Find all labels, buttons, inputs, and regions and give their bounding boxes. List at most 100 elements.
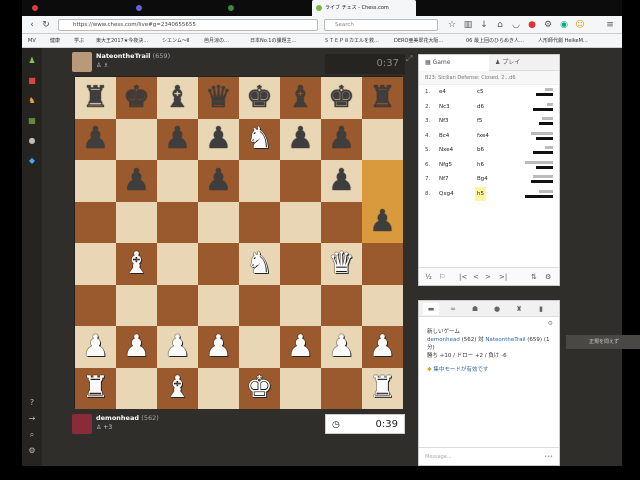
- black-pawn-icon[interactable]: ♟: [82, 124, 109, 154]
- black-pawn-icon[interactable]: ♟: [287, 124, 314, 154]
- white-pawn-icon[interactable]: ♟: [369, 331, 396, 362]
- player-name[interactable]: NateontheTrail (659): [96, 52, 170, 60]
- black-king-icon[interactable]: ♚: [123, 82, 150, 113]
- board-square[interactable]: [157, 160, 198, 202]
- play-icon[interactable]: ■: [27, 76, 37, 86]
- bookmark-item[interactable]: 健康: [50, 34, 60, 48]
- messages-icon[interactable]: ●: [489, 303, 505, 315]
- chat-player1[interactable]: demonhead: [427, 337, 460, 343]
- chat-player2[interactable]: NateontheTrail: [485, 337, 525, 343]
- board-square[interactable]: ♚: [239, 77, 280, 119]
- board-square[interactable]: ♟: [198, 160, 239, 202]
- white-pawn-icon[interactable]: ♟: [82, 331, 109, 362]
- black-move[interactable]: h5: [475, 186, 486, 201]
- search-input[interactable]: Search: [324, 19, 438, 31]
- white-queen-icon[interactable]: ♛: [328, 248, 355, 279]
- chat-tab-icon[interactable]: ▬: [423, 303, 439, 315]
- board-square[interactable]: [362, 284, 403, 326]
- board-square[interactable]: ♞: [239, 243, 280, 285]
- board-square[interactable]: ♛: [321, 243, 362, 285]
- url-bar[interactable]: https://www.chess.com/live#g=2340655655: [58, 19, 318, 31]
- white-move[interactable]: e4: [439, 85, 446, 100]
- help-icon[interactable]: ?: [27, 398, 37, 408]
- board-square[interactable]: [198, 284, 239, 326]
- board-square[interactable]: [321, 201, 362, 243]
- board-square[interactable]: [362, 160, 403, 202]
- puzzle-icon[interactable]: ♞: [27, 96, 37, 106]
- reload-icon[interactable]: ↻: [40, 19, 52, 31]
- white-knight-icon[interactable]: ♞: [246, 248, 273, 279]
- black-pawn-icon[interactable]: ♟: [328, 124, 355, 154]
- board-square[interactable]: ♟: [157, 118, 198, 160]
- board-square[interactable]: [116, 118, 157, 160]
- board-square[interactable]: [239, 160, 280, 202]
- black-move[interactable]: Bg4: [475, 172, 490, 187]
- flip-board-button[interactable]: ⇅: [531, 271, 537, 283]
- stats-icon[interactable]: ▮: [533, 303, 549, 315]
- chesscom-logo-icon[interactable]: ♟: [27, 56, 37, 66]
- board-square[interactable]: [280, 243, 321, 285]
- black-king-icon[interactable]: ♚: [328, 82, 355, 113]
- white-move[interactable]: Nfg5: [439, 158, 452, 173]
- white-move[interactable]: Nf3: [439, 114, 449, 129]
- black-pawn-icon[interactable]: ♟: [205, 124, 232, 154]
- board-square[interactable]: ♟: [321, 326, 362, 368]
- black-pawn-icon[interactable]: ♟: [369, 207, 396, 237]
- board-square[interactable]: ♟: [75, 326, 116, 368]
- board-square[interactable]: ♝: [116, 243, 157, 285]
- board-square[interactable]: ♚: [321, 77, 362, 119]
- board-square[interactable]: [239, 284, 280, 326]
- white-king-icon[interactable]: ♚: [246, 373, 273, 403]
- board-square[interactable]: ♟: [157, 326, 198, 368]
- resign-button[interactable]: 正規を問えず: [566, 335, 640, 349]
- white-rook-icon[interactable]: ♜: [82, 373, 109, 403]
- board-square[interactable]: ♜: [75, 367, 116, 409]
- bookmark-item[interactable]: 東大王2017★今夜決…: [96, 34, 148, 48]
- star-icon[interactable]: ☆: [446, 19, 458, 31]
- avatar[interactable]: [72, 414, 92, 434]
- black-pawn-icon[interactable]: ♟: [328, 165, 355, 196]
- white-move[interactable]: Bc4: [439, 129, 449, 144]
- chat-icon[interactable]: ●: [27, 136, 37, 146]
- board-square[interactable]: [280, 201, 321, 243]
- board-square[interactable]: ♟: [75, 118, 116, 160]
- black-bishop-icon[interactable]: ♝: [164, 82, 191, 113]
- emoji-icon[interactable]: ☺: [574, 19, 586, 31]
- last-move-button[interactable]: >|: [499, 271, 507, 283]
- board-square[interactable]: ♟: [116, 160, 157, 202]
- board-square[interactable]: ♝: [157, 367, 198, 409]
- download-icon[interactable]: ↓: [478, 19, 490, 31]
- board-square[interactable]: [198, 201, 239, 243]
- tournament-icon[interactable]: ♜: [511, 303, 527, 315]
- board-square[interactable]: [239, 326, 280, 368]
- board-square[interactable]: ♜: [75, 77, 116, 119]
- chat-input[interactable]: Message... •••: [419, 447, 559, 465]
- addon-icon[interactable]: ●: [526, 19, 538, 31]
- board-square[interactable]: [280, 160, 321, 202]
- board-square[interactable]: [362, 118, 403, 160]
- black-move[interactable]: h6: [475, 158, 486, 173]
- board-square[interactable]: [280, 284, 321, 326]
- white-move[interactable]: Nf7: [439, 172, 449, 187]
- black-queen-icon[interactable]: ♛: [205, 82, 232, 113]
- logout-icon[interactable]: →: [27, 414, 37, 424]
- bookmark-item[interactable]: 日本No.1の課題主…: [250, 34, 296, 48]
- library-icon[interactable]: ▥: [462, 19, 474, 31]
- browser-tab[interactable]: [132, 0, 168, 16]
- bookmark-item[interactable]: シエンム～Ⅱ: [162, 34, 189, 48]
- black-pawn-icon[interactable]: ♟: [205, 165, 232, 196]
- black-pawn-icon[interactable]: ♟: [123, 165, 150, 196]
- next-move-button[interactable]: >: [485, 271, 491, 283]
- board-square[interactable]: [116, 201, 157, 243]
- white-pawn-icon[interactable]: ♟: [328, 331, 355, 362]
- board-square[interactable]: [75, 201, 116, 243]
- bookmark-item[interactable]: 06 最上回のひらめき人…: [466, 34, 524, 48]
- black-move[interactable]: f5: [475, 114, 484, 129]
- browser-tab[interactable]: [224, 0, 260, 16]
- extension-icon[interactable]: ◉: [558, 19, 570, 31]
- board-settings-button[interactable]: ⚙: [545, 271, 551, 283]
- board-square[interactable]: ♟: [362, 326, 403, 368]
- board-square[interactable]: ♜: [362, 77, 403, 119]
- expand-icon[interactable]: ⤢: [406, 54, 412, 64]
- chess-board[interactable]: ♜ ♚ ♝ ♛ ♚ ♝ ♚ ♜ ♟ ♟ ♟ ♞ ♟ ♟ ♟ ♟ ♟ ♟ ♝ ♞ ♛ ♟ ♟ ♟ ♟ ♟ ♟ ♟ ♜ ♝ ♚ ♜: [74, 76, 403, 409]
